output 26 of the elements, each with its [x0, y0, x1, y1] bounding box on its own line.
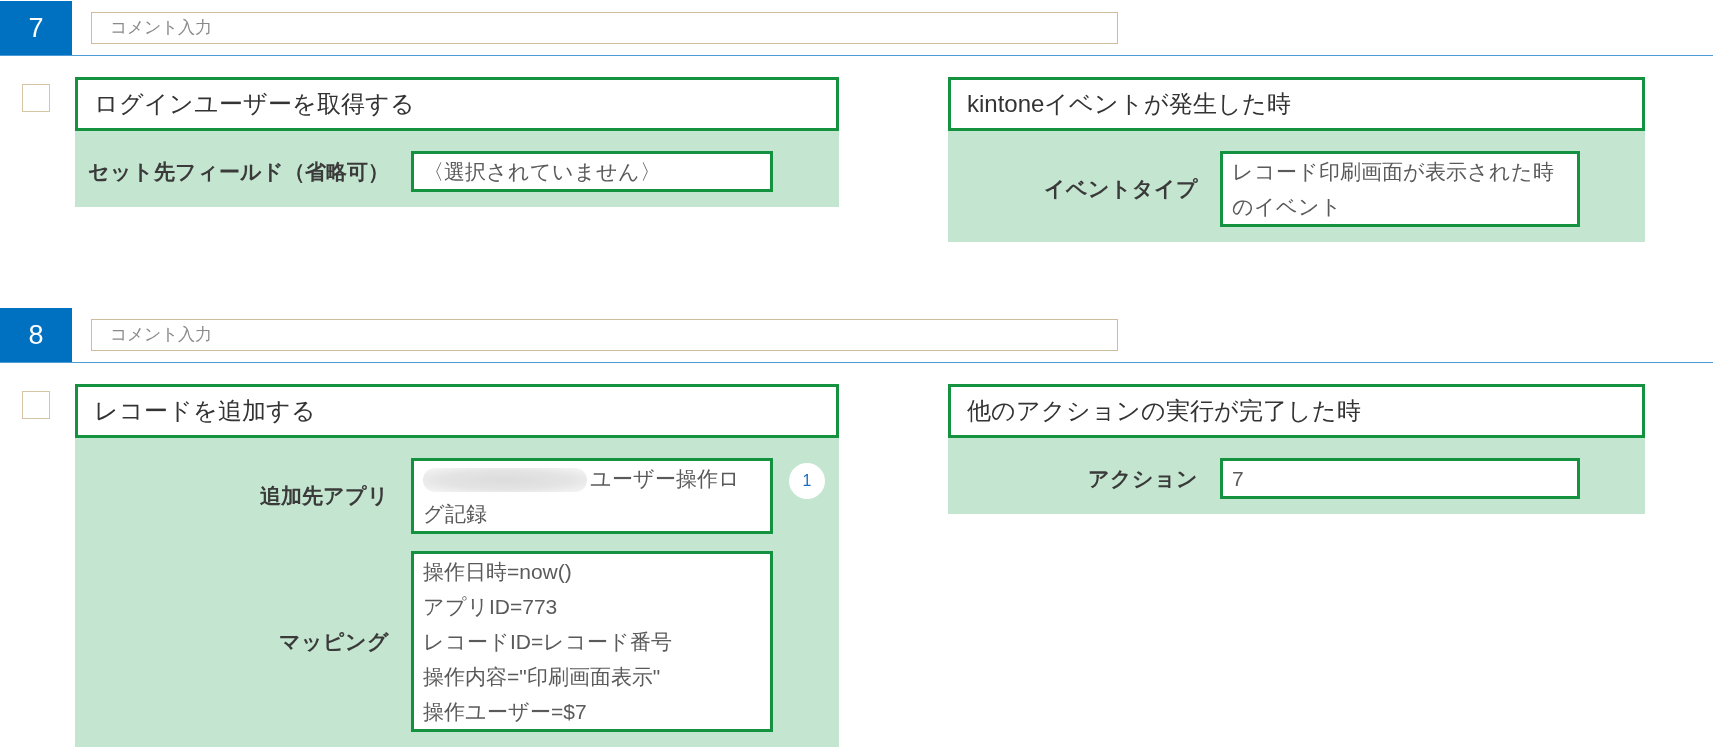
field-label: アクション [1087, 465, 1198, 492]
field-line: アプリID=773 [423, 594, 559, 620]
field-label: 追加先アプリ [259, 483, 389, 510]
step-checkbox[interactable] [22, 84, 50, 112]
count-badge: 1 [789, 463, 825, 499]
field-line: 操作日時=now() [423, 559, 573, 585]
field-label: セット先フィールド（省略可） [87, 158, 389, 185]
value-field[interactable]: 7 [1220, 458, 1580, 499]
field-line: レコードID=レコード番号 [423, 629, 674, 655]
field-label: マッピング [278, 628, 389, 655]
value-field[interactable]: ユーザー操作ログ記録 [411, 458, 773, 534]
step-number: 7 [0, 1, 72, 55]
comment-input[interactable]: コメント入力 [91, 319, 1118, 351]
value-field[interactable]: 〈選択されていません〉 [411, 151, 773, 192]
field-label: イベントタイプ [1043, 176, 1198, 203]
step-number: 8 [0, 308, 72, 362]
action-title: レコードを追加する [75, 384, 839, 438]
action-title: ログインユーザーを取得する [75, 77, 839, 131]
value-field[interactable]: 操作日時=now() アプリID=773 レコードID=レコード番号 操作内容="印刷画面表示" 操作ユーザー=$7 [411, 551, 773, 732]
field-line: 操作ユーザー=$7 [423, 699, 588, 725]
step-checkbox[interactable] [22, 391, 50, 419]
field-line: 操作内容="印刷画面表示" [423, 664, 662, 690]
trigger-title: 他のアクションの実行が完了した時 [948, 384, 1645, 438]
trigger-title: kintoneイベントが発生した時 [948, 77, 1645, 131]
value-field[interactable]: レコード印刷画面が表示された時のイベント [1220, 151, 1580, 227]
comment-input[interactable]: コメント入力 [91, 12, 1118, 44]
